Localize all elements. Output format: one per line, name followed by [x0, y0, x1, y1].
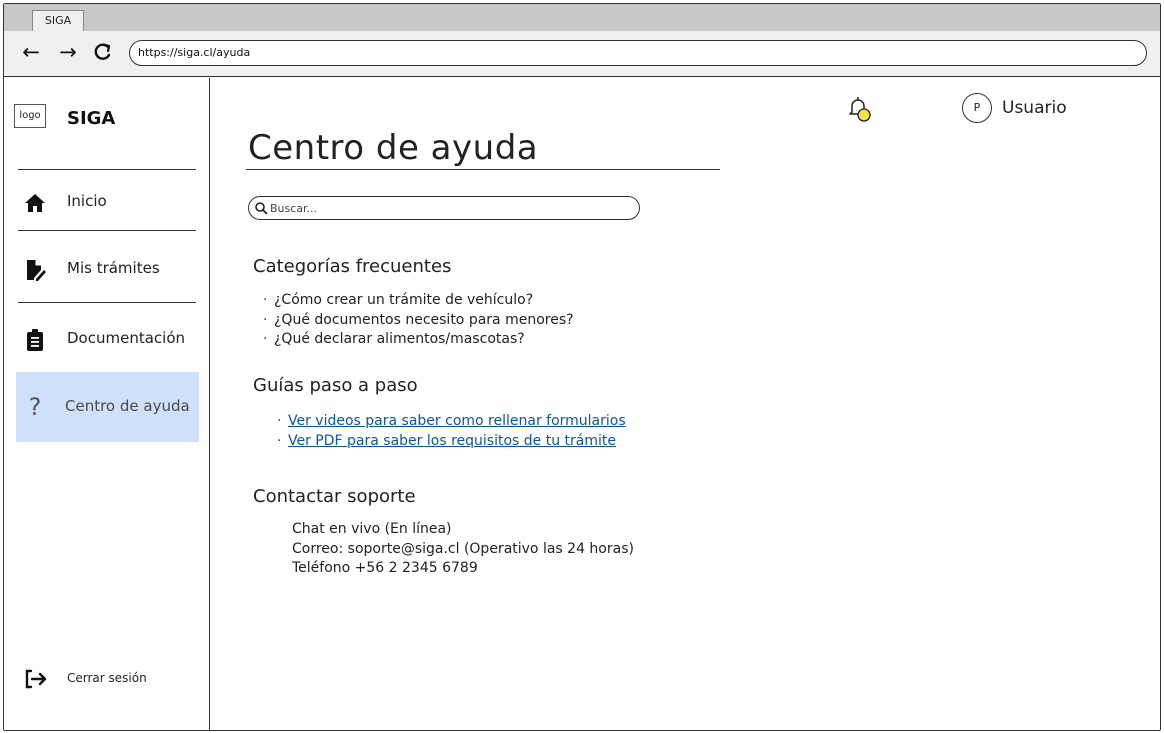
list-item: Ver PDF para saber los requisitos de tu …	[277, 432, 626, 452]
sidebar-item-label: Centro de ayuda	[65, 397, 190, 415]
logout-icon	[22, 666, 48, 692]
sidebar-item-centro-de-ayuda[interactable]: ? Centro de ayuda	[16, 372, 199, 442]
search-icon	[255, 202, 268, 215]
home-icon	[22, 190, 48, 216]
brand-name: SIGA	[67, 108, 116, 129]
forward-arrow-icon[interactable]: →	[57, 40, 79, 64]
title-underline	[246, 169, 720, 170]
guide-link-videos[interactable]: Ver videos para saber como rellenar form…	[288, 413, 626, 429]
sidebar-item-label: Documentación	[67, 329, 186, 347]
notification-button[interactable]	[844, 94, 874, 124]
section-heading-guias: Guías paso a paso	[253, 375, 418, 396]
browser-tab[interactable]: SIGA	[32, 10, 84, 31]
logout-button[interactable]: Cerrar sesión	[22, 666, 192, 692]
sidebar-item-mis-tramites[interactable]: Mis trámites	[16, 235, 199, 305]
support-phone[interactable]: Teléfono +56 2 2345 6789	[292, 559, 634, 579]
section-heading-soporte: Contactar soporte	[253, 486, 416, 507]
guides-list: Ver videos para saber como rellenar form…	[277, 412, 626, 452]
divider	[18, 302, 196, 303]
question-mark-icon: ?	[28, 393, 42, 421]
sidebar-item-label: Inicio	[67, 192, 107, 210]
avatar[interactable]: P	[962, 93, 992, 123]
url-bar[interactable]: https://siga.cl/ayuda	[129, 40, 1147, 66]
section-heading-categorias: Categorías frecuentes	[253, 256, 452, 277]
browser-window: SIGA ← → https://siga.cl/ayuda logo SIGA…	[3, 3, 1161, 731]
sidebar-item-documentacion[interactable]: Documentación	[16, 305, 199, 375]
logo: logo	[14, 104, 46, 128]
page-title: Centro de ayuda	[248, 128, 539, 168]
support-chat[interactable]: Chat en vivo (En línea)	[292, 520, 634, 540]
list-item[interactable]: ¿Qué declarar alimentos/mascotas?	[263, 330, 574, 350]
username[interactable]: Usuario	[1002, 98, 1067, 118]
clipboard-list-icon	[22, 327, 48, 353]
search-input[interactable]	[270, 200, 630, 216]
back-arrow-icon[interactable]: ←	[20, 40, 42, 64]
list-item: Ver videos para saber como rellenar form…	[277, 412, 626, 432]
list-item[interactable]: ¿Qué documentos necesito para menores?	[263, 311, 574, 331]
sidebar-item-label: Mis trámites	[67, 259, 160, 277]
main-content: P Usuario Centro de ayuda Categorías fre…	[212, 78, 1160, 730]
support-email[interactable]: Correo: soporte@siga.cl (Operativo las 2…	[292, 540, 634, 560]
guide-link-pdf[interactable]: Ver PDF para saber los requisitos de tu …	[288, 433, 616, 449]
browser-toolbar: ← → https://siga.cl/ayuda	[4, 31, 1160, 77]
list-item[interactable]: ¿Cómo crear un trámite de vehículo?	[263, 291, 574, 311]
tab-bar: SIGA	[4, 4, 1160, 31]
search-bar[interactable]	[248, 196, 640, 220]
divider	[18, 230, 196, 231]
file-edit-icon	[22, 257, 48, 283]
logout-label: Cerrar sesión	[67, 671, 147, 685]
sidebar: logo SIGA Inicio Mis trámites Documentac…	[4, 78, 210, 730]
reload-icon[interactable]	[92, 40, 114, 64]
sidebar-item-inicio[interactable]: Inicio	[16, 168, 199, 238]
support-contact: Chat en vivo (En línea) Correo: soporte@…	[292, 520, 634, 579]
categories-list: ¿Cómo crear un trámite de vehículo? ¿Qué…	[263, 291, 574, 350]
bell-icon	[849, 97, 871, 122]
